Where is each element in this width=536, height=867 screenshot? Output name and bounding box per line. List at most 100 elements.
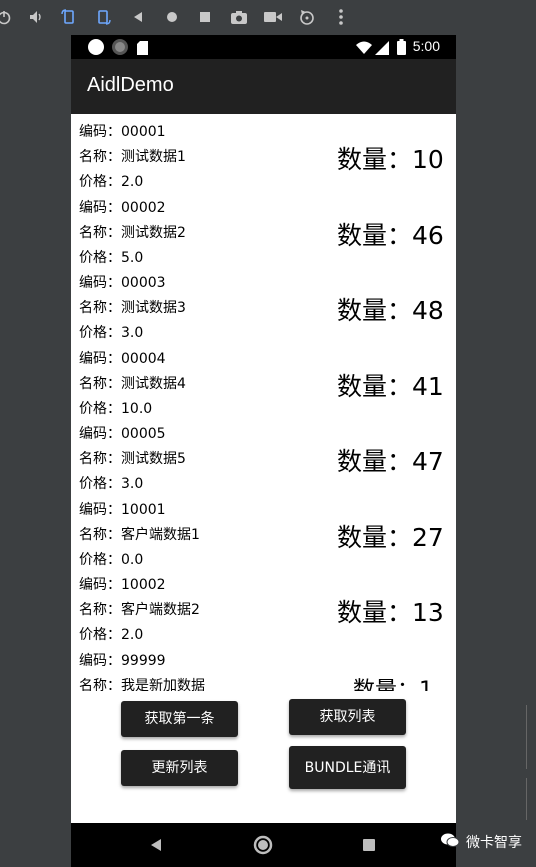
code-line: 编码：10002 xyxy=(79,574,166,594)
code-value: 00005 xyxy=(121,426,166,442)
list-item: 编码：99999 名称：我是新加数据 数量：1 xyxy=(71,645,456,692)
price-line: 价格：0.0 xyxy=(79,549,143,569)
name-value: 测试数据4 xyxy=(121,375,186,392)
list-item: 编码：00003 名称：测试数据3 价格：3.0 数量：48 xyxy=(71,267,456,343)
code-label: 编码： xyxy=(79,652,121,669)
price-value: 2.0 xyxy=(121,174,144,190)
code-label: 编码： xyxy=(79,577,121,593)
code-label: 编码： xyxy=(79,275,121,291)
list-item: 编码：10001 名称：客户端数据1 价格：0.0 数量：27 xyxy=(71,494,456,570)
circle-icon xyxy=(112,39,128,55)
code-value: 00001 xyxy=(121,124,166,140)
price-label: 价格： xyxy=(79,400,121,417)
home-icon[interactable] xyxy=(160,5,184,29)
emulator-toolbar xyxy=(0,0,536,33)
quantity-value: 27 xyxy=(412,522,444,552)
price-label: 价格： xyxy=(79,551,121,568)
price-line: 价格：10.0 xyxy=(79,398,152,418)
quantity-label: 数量： xyxy=(337,220,413,250)
app-title: AidlDemo xyxy=(87,74,174,96)
price-value: 3.0 xyxy=(121,325,144,341)
battery-icon xyxy=(397,39,406,59)
wifi-icon xyxy=(356,40,372,59)
quantity-value: 13 xyxy=(412,598,444,627)
price-value: 0.0 xyxy=(121,551,144,568)
list-item: 编码：10002 名称：客户端数据2 价格：2.0 数量：13 xyxy=(71,569,456,645)
quantity: 数量：47 xyxy=(337,442,444,478)
quantity: 数量：27 xyxy=(337,518,444,554)
price-line: 价格：2.0 xyxy=(79,624,143,644)
recents-square-icon[interactable] xyxy=(347,823,391,867)
more-icon[interactable] xyxy=(329,5,353,29)
quantity-label: 数量： xyxy=(337,447,413,476)
quantity-value: 48 xyxy=(412,296,444,325)
list-item: 编码：00001 名称：测试数据1 价格：2.0 数量：10 xyxy=(71,116,456,192)
name-line: 名称：客户端数据1 xyxy=(79,524,200,544)
code-line: 编码：99999 xyxy=(79,650,166,670)
video-icon[interactable] xyxy=(261,5,285,29)
quantity: 数量：41 xyxy=(337,367,444,403)
name-value: 测试数据1 xyxy=(121,149,186,165)
code-label: 编码： xyxy=(79,501,121,518)
bundle-button[interactable]: BUNDLE通讯 xyxy=(289,746,406,789)
name-value: 客户端数据2 xyxy=(121,602,200,618)
quantity-label: 数量： xyxy=(337,371,413,401)
wechat-icon xyxy=(440,832,460,852)
name-value: 测试数据3 xyxy=(121,300,186,316)
back-triangle-icon[interactable] xyxy=(134,823,178,867)
code-label: 编码： xyxy=(79,350,121,367)
name-label: 名称： xyxy=(79,300,121,316)
get-list-button[interactable]: 获取列表 xyxy=(289,699,406,735)
rotate-left-icon[interactable] xyxy=(57,5,81,29)
name-line: 名称：测试数据3 xyxy=(79,297,186,317)
navigation-bar xyxy=(71,823,456,867)
camera-icon[interactable] xyxy=(227,5,251,29)
power-icon[interactable] xyxy=(0,5,16,29)
name-line: 名称：我是新加数据 xyxy=(79,675,205,692)
price-line: 价格：5.0 xyxy=(79,247,143,267)
volume-icon[interactable] xyxy=(24,5,48,29)
price-value: 10.0 xyxy=(121,400,153,417)
item-list[interactable]: 编码：00001 名称：测试数据1 价格：2.0 数量：10 编码：00002 … xyxy=(71,116,456,691)
watermark: 微卡智享 xyxy=(440,832,522,852)
name-value: 测试数据2 xyxy=(121,224,186,241)
back-icon[interactable] xyxy=(126,5,150,29)
quantity-value: 1 xyxy=(419,677,434,692)
name-label: 名称： xyxy=(79,602,121,618)
quantity-value: 41 xyxy=(412,371,444,401)
home-circle-icon[interactable] xyxy=(241,823,285,867)
name-label: 名称： xyxy=(79,451,121,467)
get-first-button[interactable]: 获取第一条 xyxy=(121,701,238,737)
rotate-right-icon[interactable] xyxy=(91,5,115,29)
name-label: 名称： xyxy=(79,677,121,692)
status-time: 5:00 xyxy=(412,38,440,54)
watermark-text: 微卡智享 xyxy=(466,835,522,851)
price-label: 价格： xyxy=(79,325,121,341)
code-value: 10001 xyxy=(121,501,166,518)
sd-card-icon xyxy=(137,40,148,59)
code-line: 编码：00003 xyxy=(79,272,166,292)
quantity-label: 数量： xyxy=(337,296,413,325)
name-label: 名称： xyxy=(79,526,121,543)
circle-icon xyxy=(88,39,104,55)
price-label: 价格： xyxy=(79,476,121,492)
side-handle xyxy=(526,705,536,769)
phone-screen: 5:00 AidlDemo 编码：00001 名称：测试数据1 价格：2.0 数… xyxy=(71,35,456,867)
quantity-label: 数量： xyxy=(337,598,413,627)
code-line: 编码：00002 xyxy=(79,197,166,217)
name-line: 名称：测试数据2 xyxy=(79,222,186,242)
price-line: 价格：3.0 xyxy=(79,322,143,342)
list-item: 编码：00004 名称：测试数据4 价格：10.0 数量：41 xyxy=(71,343,456,419)
code-value: 00002 xyxy=(121,199,166,216)
name-value: 客户端数据1 xyxy=(121,526,200,543)
price-value: 3.0 xyxy=(121,476,144,492)
price-label: 价格： xyxy=(79,249,121,266)
quantity-label: 数量： xyxy=(353,677,420,692)
name-value: 测试数据5 xyxy=(121,451,186,467)
quantity: 数量：10 xyxy=(337,140,444,176)
name-label: 名称： xyxy=(79,149,121,165)
quantity: 数量：13 xyxy=(337,593,444,629)
overview-icon[interactable] xyxy=(193,5,217,29)
update-list-button[interactable]: 更新列表 xyxy=(121,750,238,786)
replay-icon[interactable] xyxy=(295,5,319,29)
